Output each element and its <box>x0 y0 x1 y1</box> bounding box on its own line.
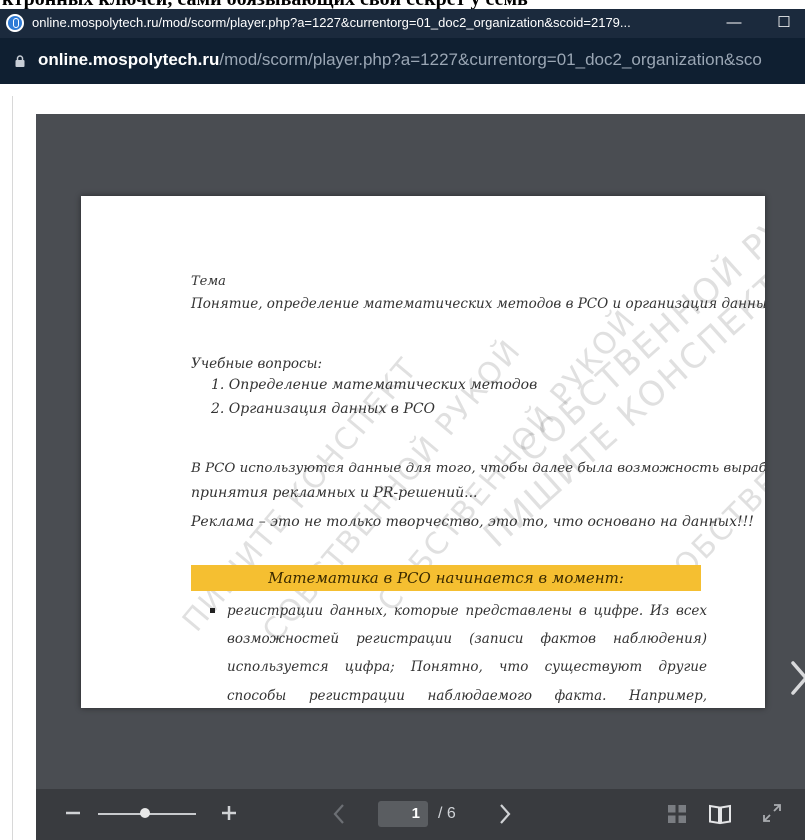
watermark-text: СОБСТВЕННОЙ РУКОЙ <box>511 196 765 471</box>
paragraph-line: принятия рекламных и PR-решений... <box>191 485 478 501</box>
left-divider <box>12 96 13 840</box>
lock-icon <box>15 55 25 67</box>
topic-label: Тема <box>191 274 226 289</box>
question-item: 1. Определение математических методов <box>211 377 538 393</box>
paragraph-line: В РСО используются данные для того, чтоб… <box>191 461 765 476</box>
maximize-button[interactable]: ☐ <box>772 12 796 34</box>
questions-label: Учебные вопросы: <box>191 356 323 372</box>
bullet-text: регистрации данных, которые представлены… <box>227 603 707 704</box>
next-page-icon[interactable] <box>498 803 512 825</box>
url-text[interactable]: online.mospolytech.ru/mod/scorm/player.p… <box>38 50 762 70</box>
math-banner: Математика в РСО начинается в момент: <box>191 565 701 591</box>
window-title-bar: online.mospolytech.ru/mod/scorm/player.p… <box>0 9 805 38</box>
url-host: online.mospolytech.ru <box>38 50 220 69</box>
zoom-in-icon[interactable] <box>220 801 238 825</box>
document-page: ПИШИТЕ КОНСПЕКТ СОБСТВЕННОЙ РУКОЙ СОБСТВ… <box>81 196 765 708</box>
viewer-toolbar: 1 / 6 <box>36 789 805 840</box>
zoom-slider-handle[interactable] <box>140 808 150 818</box>
question-item: 2. Организация данных в РСО <box>211 401 436 417</box>
top-page-text-sliver: ктронных ключей, сами обязывающих свой с… <box>0 0 805 9</box>
minimize-button[interactable]: — <box>722 12 746 34</box>
zoom-out-icon[interactable] <box>64 801 82 825</box>
prev-page-icon[interactable] <box>332 803 346 825</box>
grid-view-icon[interactable] <box>668 805 686 823</box>
address-bar[interactable]: online.mospolytech.ru/mod/scorm/player.p… <box>0 38 805 84</box>
url-path: /mod/scorm/player.php?a=1227&currentorg=… <box>219 50 762 69</box>
next-page-arrow-icon[interactable] <box>790 660 805 696</box>
bullet-marker <box>210 608 215 613</box>
book-view-icon[interactable] <box>708 803 732 825</box>
page-number-input[interactable]: 1 <box>378 801 428 827</box>
watermark-text: СОБСТВЕННОЙ РУКОЙ <box>651 306 765 601</box>
window-title: online.mospolytech.ru/mod/scorm/player.p… <box>32 15 631 30</box>
app-favicon-icon <box>6 14 24 32</box>
page-total: / 6 <box>438 805 456 822</box>
topic-title: Понятие, определение математических мето… <box>191 296 765 312</box>
top-sliver-text: ктронных ключей, сами обязывающих свой с… <box>2 0 528 9</box>
paragraph-line: Реклама – это не только творчество, это … <box>191 514 754 530</box>
fullscreen-icon[interactable] <box>762 803 782 823</box>
